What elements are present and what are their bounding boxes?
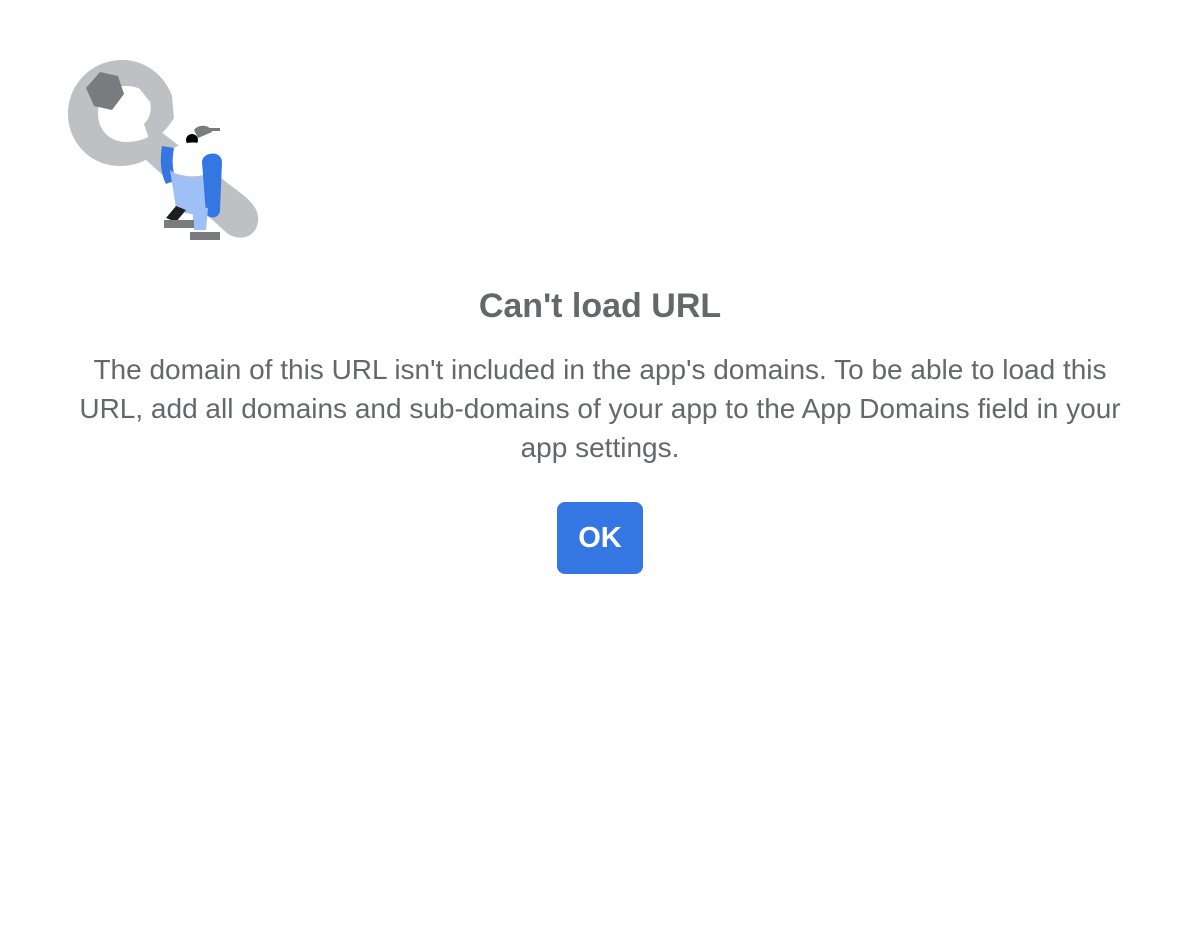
page-title: Can't load URL	[478, 287, 722, 325]
error-message: The domain of this URL isn't included in…	[79, 354, 1121, 463]
ok-button[interactable]: OK	[557, 502, 643, 574]
error-page: Can't load URL The domain of this URL is…	[0, 0, 1186, 936]
wrench-worker-illustration-icon	[68, 60, 259, 240]
